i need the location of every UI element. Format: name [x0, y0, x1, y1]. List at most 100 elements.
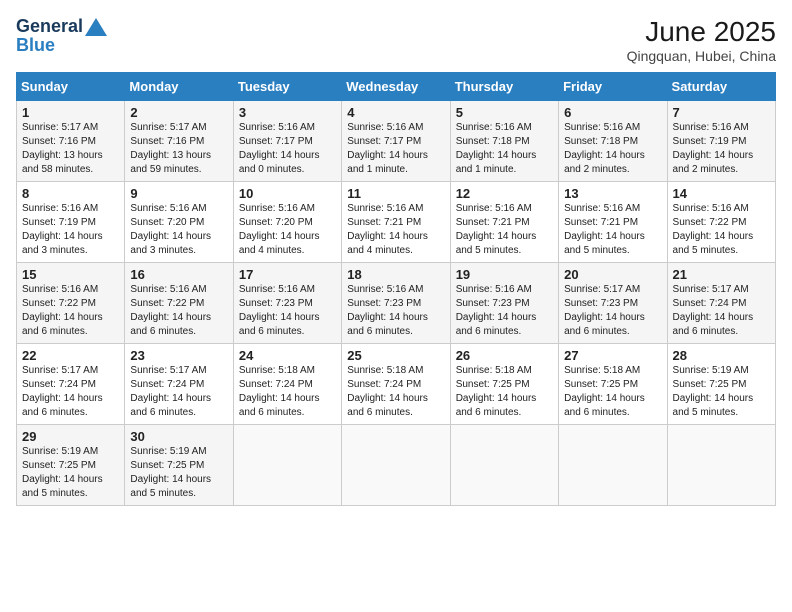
day-number: 26: [456, 348, 553, 363]
daylight-text: Daylight: 14 hours and 6 minutes.: [130, 312, 211, 337]
day-cell-16: 16Sunrise: 5:16 AMSunset: 7:22 PMDayligh…: [125, 263, 233, 344]
day-info: Sunrise: 5:17 AMSunset: 7:24 PMDaylight:…: [673, 283, 770, 339]
daylight-text: Daylight: 14 hours and 6 minutes.: [456, 312, 537, 337]
daylight-text: Daylight: 14 hours and 5 minutes.: [130, 474, 211, 499]
daylight-text: Daylight: 14 hours and 5 minutes.: [564, 231, 645, 256]
day-number: 15: [22, 267, 119, 282]
day-cell-12: 12Sunrise: 5:16 AMSunset: 7:21 PMDayligh…: [450, 182, 558, 263]
sunset-text: Sunset: 7:25 PM: [130, 460, 204, 471]
day-cell-30: 30 Sunrise: 5:19 AM Sunset: 7:25 PM Dayligh…: [125, 425, 233, 506]
day-info: Sunrise: 5:17 AMSunset: 7:24 PMDaylight:…: [22, 364, 119, 420]
day-cell-25: 25Sunrise: 5:18 AMSunset: 7:24 PMDayligh…: [342, 344, 450, 425]
page-subtitle: Qingquan, Hubei, China: [627, 48, 776, 64]
sunrise-text: Sunrise: 5:16 AM: [130, 203, 206, 214]
logo: General Blue: [16, 16, 107, 56]
day-number: 6: [564, 105, 661, 120]
day-cell-19: 19Sunrise: 5:16 AMSunset: 7:23 PMDayligh…: [450, 263, 558, 344]
day-cell-29: 29Sunrise: 5:19 AMSunset: 7:25 PMDayligh…: [17, 425, 125, 506]
sunrise-text: Sunrise: 5:16 AM: [673, 203, 749, 214]
day-cell-6: 6Sunrise: 5:16 AMSunset: 7:18 PMDaylight…: [559, 101, 667, 182]
sunrise-text: Sunrise: 5:17 AM: [673, 284, 749, 295]
sunrise-text: Sunrise: 5:18 AM: [564, 365, 640, 376]
daylight-text: Daylight: 14 hours and 4 minutes.: [239, 231, 320, 256]
day-cell-8: 8Sunrise: 5:16 AMSunset: 7:19 PMDaylight…: [17, 182, 125, 263]
day-number: 2: [130, 105, 227, 120]
calendar-week-1: 1Sunrise: 5:17 AMSunset: 7:16 PMDaylight…: [17, 101, 776, 182]
calendar-week-2: 8Sunrise: 5:16 AMSunset: 7:19 PMDaylight…: [17, 182, 776, 263]
day-header-wednesday: Wednesday: [342, 73, 450, 101]
day-number: 28: [673, 348, 770, 363]
daylight-text: Daylight: 14 hours and 2 minutes.: [564, 150, 645, 175]
sunset-text: Sunset: 7:21 PM: [564, 217, 638, 228]
daylight-text: Daylight: 14 hours and 6 minutes.: [347, 393, 428, 418]
day-info: Sunrise: 5:16 AMSunset: 7:22 PMDaylight:…: [673, 202, 770, 258]
sunrise-text: Sunrise: 5:17 AM: [130, 122, 206, 133]
daylight-text: Daylight: 13 hours and 58 minutes.: [22, 150, 103, 175]
sunset-text: Sunset: 7:24 PM: [22, 379, 96, 390]
sunrise-text: Sunrise: 5:18 AM: [347, 365, 423, 376]
sunrise-text: Sunrise: 5:16 AM: [456, 284, 532, 295]
day-info: Sunrise: 5:18 AMSunset: 7:25 PMDaylight:…: [564, 364, 661, 420]
daylight-text: Daylight: 14 hours and 5 minutes.: [673, 393, 754, 418]
day-info: Sunrise: 5:16 AMSunset: 7:21 PMDaylight:…: [347, 202, 444, 258]
day-number: 10: [239, 186, 336, 201]
day-number: 4: [347, 105, 444, 120]
day-info: Sunrise: 5:16 AMSunset: 7:17 PMDaylight:…: [239, 121, 336, 177]
day-info: Sunrise: 5:16 AMSunset: 7:23 PMDaylight:…: [456, 283, 553, 339]
day-number: 17: [239, 267, 336, 282]
day-number: 5: [456, 105, 553, 120]
sunset-text: Sunset: 7:19 PM: [673, 136, 747, 147]
sunrise-text: Sunrise: 5:18 AM: [239, 365, 315, 376]
day-header-sunday: Sunday: [17, 73, 125, 101]
sunset-text: Sunset: 7:19 PM: [22, 217, 96, 228]
sunset-text: Sunset: 7:16 PM: [130, 136, 204, 147]
daylight-text: Daylight: 14 hours and 1 minute.: [456, 150, 537, 175]
day-cell-24: 24Sunrise: 5:18 AMSunset: 7:24 PMDayligh…: [233, 344, 341, 425]
day-info: Sunrise: 5:16 AMSunset: 7:23 PMDaylight:…: [239, 283, 336, 339]
day-number: 22: [22, 348, 119, 363]
day-cell-4: 4Sunrise: 5:16 AMSunset: 7:17 PMDaylight…: [342, 101, 450, 182]
sunrise-text: Sunrise: 5:19 AM: [130, 446, 206, 457]
day-info: Sunrise: 5:16 AMSunset: 7:18 PMDaylight:…: [564, 121, 661, 177]
sunrise-text: Sunrise: 5:19 AM: [673, 365, 749, 376]
empty-cell: [233, 425, 341, 506]
day-info: Sunrise: 5:17 AMSunset: 7:23 PMDaylight:…: [564, 283, 661, 339]
sunset-text: Sunset: 7:22 PM: [130, 298, 204, 309]
page-title: June 2025: [627, 16, 776, 48]
sunrise-text: Sunrise: 5:16 AM: [673, 122, 749, 133]
day-cell-14: 14Sunrise: 5:16 AMSunset: 7:22 PMDayligh…: [667, 182, 775, 263]
sunrise-text: Sunrise: 5:17 AM: [564, 284, 640, 295]
calendar-header-row: SundayMondayTuesdayWednesdayThursdayFrid…: [17, 73, 776, 101]
day-number: 25: [347, 348, 444, 363]
day-info: Sunrise: 5:17 AMSunset: 7:24 PMDaylight:…: [130, 364, 227, 420]
sunset-text: Sunset: 7:23 PM: [239, 298, 313, 309]
sunrise-text: Sunrise: 5:17 AM: [22, 365, 98, 376]
sunrise-text: Sunrise: 5:16 AM: [239, 203, 315, 214]
day-cell-18: 18Sunrise: 5:16 AMSunset: 7:23 PMDayligh…: [342, 263, 450, 344]
day-number: 24: [239, 348, 336, 363]
daylight-text: Daylight: 14 hours and 6 minutes.: [564, 393, 645, 418]
day-number: 23: [130, 348, 227, 363]
day-number: 1: [22, 105, 119, 120]
day-cell-5: 5Sunrise: 5:16 AMSunset: 7:18 PMDaylight…: [450, 101, 558, 182]
daylight-text: Daylight: 14 hours and 5 minutes.: [673, 231, 754, 256]
day-cell-15: 15Sunrise: 5:16 AMSunset: 7:22 PMDayligh…: [17, 263, 125, 344]
daylight-text: Daylight: 14 hours and 6 minutes.: [564, 312, 645, 337]
daylight-text: Daylight: 14 hours and 3 minutes.: [22, 231, 103, 256]
day-header-monday: Monday: [125, 73, 233, 101]
title-area: June 2025 Qingquan, Hubei, China: [627, 16, 776, 64]
day-cell-21: 21Sunrise: 5:17 AMSunset: 7:24 PMDayligh…: [667, 263, 775, 344]
sunrise-text: Sunrise: 5:16 AM: [564, 122, 640, 133]
sunrise-text: Sunrise: 5:16 AM: [239, 122, 315, 133]
sunset-text: Sunset: 7:25 PM: [22, 460, 96, 471]
day-number: 30: [130, 429, 227, 444]
day-info: Sunrise: 5:16 AMSunset: 7:21 PMDaylight:…: [564, 202, 661, 258]
day-cell-7: 7Sunrise: 5:16 AMSunset: 7:19 PMDaylight…: [667, 101, 775, 182]
day-number: 11: [347, 186, 444, 201]
day-number: 12: [456, 186, 553, 201]
sunset-text: Sunset: 7:16 PM: [22, 136, 96, 147]
day-info: Sunrise: 5:17 AMSunset: 7:16 PMDaylight:…: [22, 121, 119, 177]
sunset-text: Sunset: 7:24 PM: [130, 379, 204, 390]
sunset-text: Sunset: 7:21 PM: [456, 217, 530, 228]
day-header-saturday: Saturday: [667, 73, 775, 101]
